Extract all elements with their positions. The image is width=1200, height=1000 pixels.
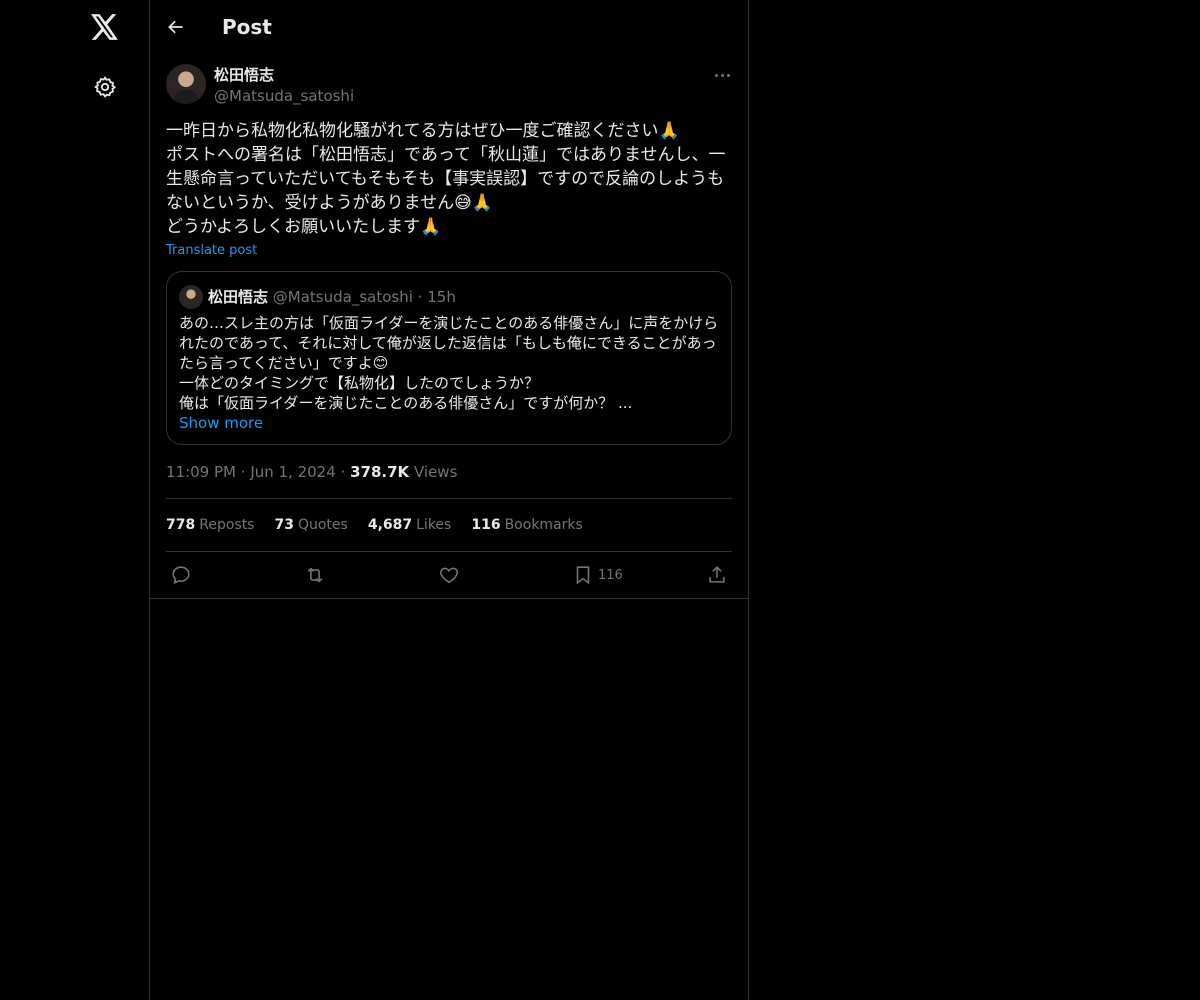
quotes-count: 73: [274, 517, 294, 533]
back-button[interactable]: [164, 15, 188, 39]
show-more-link[interactable]: Show more: [179, 413, 263, 433]
views-count: 378.7K: [350, 463, 410, 481]
quoted-post-header: 松田悟志 @Matsuda_satoshi · 15h: [208, 287, 456, 307]
gear-icon[interactable]: [92, 74, 118, 100]
post-text: 一昨日から私物化私物化騒がれてる方はぜひ一度ご確認ください🙏 ポストへの署名は「…: [166, 121, 726, 237]
bookmark-icon: [576, 566, 590, 585]
dot-separator: ·: [240, 463, 251, 481]
post-time[interactable]: 11:09 PM: [166, 463, 236, 481]
bookmarks-stat[interactable]: 116 Bookmarks: [471, 515, 582, 535]
views-label: Views: [413, 463, 458, 481]
bookmarks-label: Bookmarks: [504, 517, 583, 533]
more-options-button[interactable]: [710, 66, 734, 84]
bookmarks-count: 116: [471, 517, 501, 533]
post-stats: 778 Reposts 73 Quotes 4,687 Likes 116 Bookma…: [166, 515, 583, 535]
left-nav-rail: [0, 0, 150, 1000]
action-bar: 116: [150, 552, 748, 599]
author-name[interactable]: 松田悟志: [214, 65, 274, 85]
reply-button[interactable]: [170, 564, 192, 586]
repost-icon: [307, 567, 323, 583]
post-meta: 11:09 PM · Jun 1, 2024 · 378.7K Views: [166, 462, 457, 482]
quoted-author-avatar: [179, 285, 203, 309]
likes-count: 4,687: [367, 517, 413, 533]
likes-label: Likes: [416, 517, 452, 533]
dot-separator: ·: [340, 463, 351, 481]
more-dots-icon: [714, 73, 730, 77]
quoted-post-card[interactable]: 松田悟志 @Matsuda_satoshi · 15h あの…スレ主の方は「仮面…: [166, 271, 732, 445]
quoted-post-text: あの…スレ主の方は「仮面ライダーを演じたことのある俳優さん」に声をかけられたので…: [179, 314, 719, 412]
author-handle[interactable]: @Matsuda_satoshi: [214, 86, 354, 106]
quotes-label: Quotes: [297, 517, 348, 533]
quoted-author-name: 松田悟志: [208, 288, 269, 306]
repost-button[interactable]: [304, 564, 326, 586]
reposts-count: 778: [166, 517, 196, 533]
page-header: Post: [150, 0, 748, 54]
x-logo-icon[interactable]: [89, 11, 121, 43]
quoted-post-time: 15h: [427, 288, 456, 306]
divider: [166, 498, 732, 499]
dot-separator: ·: [417, 288, 428, 306]
heart-icon: [440, 567, 458, 584]
quoted-author-handle: @Matsuda_satoshi: [272, 288, 413, 306]
reply-icon: [172, 566, 190, 585]
share-button[interactable]: [706, 564, 728, 586]
share-icon: [709, 566, 725, 583]
likes-stat[interactable]: 4,687 Likes: [368, 515, 452, 535]
page-title: Post: [222, 15, 272, 39]
bookmark-count: 116: [598, 567, 623, 583]
quotes-stat[interactable]: 73 Quotes: [274, 515, 347, 535]
reposts-label: Reposts: [199, 517, 255, 533]
arrow-left-icon: [168, 20, 183, 34]
author-avatar[interactable]: [166, 64, 206, 104]
bookmark-button[interactable]: 116: [572, 564, 623, 586]
reposts-stat[interactable]: 778 Reposts: [166, 515, 254, 535]
like-button[interactable]: [438, 564, 460, 586]
main-column: Post 松田悟志 @Matsuda_satoshi 一昨日から私物化私物化騒が…: [150, 0, 749, 1000]
post-date[interactable]: Jun 1, 2024: [250, 463, 335, 481]
translate-post-link[interactable]: Translate post: [166, 242, 257, 260]
